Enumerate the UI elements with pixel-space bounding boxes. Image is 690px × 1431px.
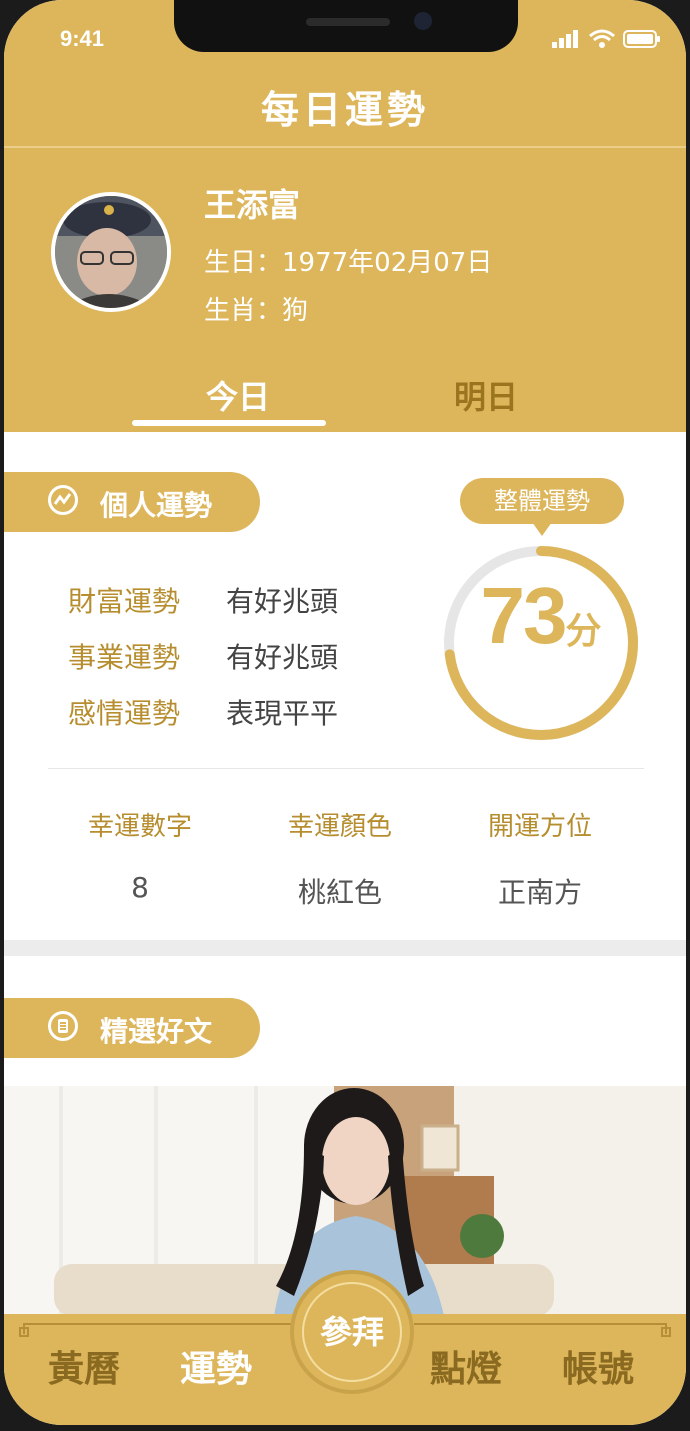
profile-zodiac: 生肖：狗	[204, 296, 309, 326]
bubble-tail	[532, 522, 552, 536]
signal-wifi-battery-icon	[552, 29, 660, 48]
profile-header: 王添富 生日：1977年02月07日 生肖：狗	[4, 148, 686, 362]
phone-screen: 9:41 每日運勢 王添富 生日：1977年02月07日 生肖：狗 今日 明日 …	[4, 0, 686, 1425]
lucky-value: 正南方	[497, 876, 582, 909]
section-gap	[4, 940, 686, 956]
status-icons	[550, 28, 662, 52]
status-time: 9:41	[60, 26, 105, 51]
fortune-key: 財富運勢	[68, 585, 181, 618]
worship-button[interactable]: 參拜	[290, 1270, 414, 1394]
lucky-number: 幸運數字 8	[40, 806, 240, 904]
score-unit: 分	[565, 610, 602, 651]
score-display: 73分	[436, 570, 646, 662]
active-tab-indicator	[132, 420, 326, 426]
lucky-key: 幸運顏色	[287, 812, 392, 842]
avatar-photo	[55, 196, 167, 308]
articles-header: 精選好文	[4, 998, 260, 1058]
camera	[414, 12, 432, 30]
fortune-key: 事業運勢	[68, 641, 181, 674]
fortune-key: 感情運勢	[68, 697, 181, 730]
status-bar: 9:41	[4, 0, 686, 80]
fortune-value: 表現平平	[226, 697, 339, 730]
worship-label: 參拜	[302, 1282, 402, 1382]
overall-fortune-label: 整體運勢	[494, 487, 590, 515]
nav-fortune[interactable]: 運勢	[180, 1340, 252, 1392]
lucky-value: 桃紅色	[297, 876, 382, 909]
nav-almanac[interactable]: 黃曆	[48, 1340, 120, 1392]
tab-tomorrow[interactable]: 明日	[454, 372, 518, 418]
document-icon	[48, 1011, 78, 1041]
fortune-value: 有好兆頭	[226, 585, 339, 618]
fortune-row: 感情運勢 表現平平	[68, 692, 338, 732]
personal-fortune-header: 個人運勢	[4, 472, 260, 532]
notch	[174, 0, 518, 52]
lucky-key: 開運方位	[487, 812, 592, 842]
tab-today[interactable]: 今日	[206, 372, 270, 418]
avatar[interactable]	[51, 192, 171, 312]
lucky-value: 8	[131, 871, 149, 904]
trend-icon	[48, 485, 78, 515]
lucky-color: 幸運顏色 桃紅色	[240, 806, 440, 911]
fortune-row: 財富運勢 有好兆頭	[68, 580, 338, 620]
fortune-row: 事業運勢 有好兆頭	[68, 636, 338, 676]
speaker	[306, 18, 390, 26]
lucky-direction: 開運方位 正南方	[440, 806, 640, 911]
lucky-key: 幸運數字	[87, 812, 192, 842]
profile-birthday: 生日：1977年02月07日	[204, 248, 493, 278]
page-title: 每日運勢	[4, 80, 686, 146]
personal-fortune-title: 個人運勢	[100, 489, 213, 522]
score-value: 73	[480, 571, 568, 660]
articles-title: 精選好文	[100, 1015, 213, 1048]
overall-fortune-bubble: 整體運勢	[460, 478, 624, 536]
day-tabs: 今日 明日	[4, 362, 686, 432]
profile-name: 王添富	[204, 186, 301, 224]
nav-account[interactable]: 帳號	[562, 1340, 634, 1392]
divider	[48, 768, 644, 769]
fortune-value: 有好兆頭	[226, 641, 339, 674]
nav-light-lamp[interactable]: 點燈	[430, 1340, 502, 1392]
